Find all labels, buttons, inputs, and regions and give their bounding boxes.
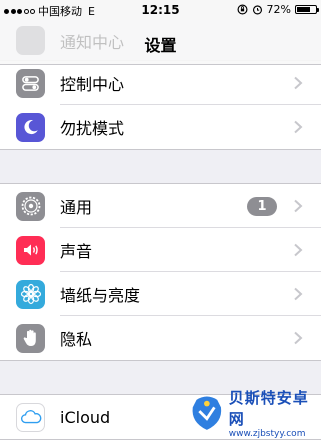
settings-row-label: 勿扰模式: [60, 119, 125, 138]
status-bar: 中国移动 E 12:15 72%: [0, 0, 321, 20]
settings-row-sounds[interactable]: 声音: [0, 228, 321, 272]
watermark-logo-icon: [192, 396, 222, 430]
chevron-right-icon: [294, 120, 303, 134]
speaker-icon: [16, 235, 45, 265]
navigation-bar: 通知中心 设置: [0, 20, 321, 65]
watermark-title: 贝斯特安卓网: [228, 389, 309, 428]
chevron-right-icon: [294, 76, 303, 90]
battery-percent: 72%: [266, 3, 291, 16]
settings-row-general[interactable]: 通用 1: [0, 184, 321, 228]
settings-row-label: 控制中心: [60, 75, 125, 94]
settings-row-privacy[interactable]: 隐私: [0, 316, 321, 360]
battery-icon: [295, 5, 319, 14]
moon-icon: [16, 112, 45, 142]
settings-row-label: 墙纸与亮度: [60, 286, 141, 305]
settings-row-control-center[interactable]: 控制中心: [0, 61, 321, 105]
settings-row-wallpaper-brightness[interactable]: 墙纸与亮度: [0, 272, 321, 316]
chevron-right-icon: [294, 199, 303, 213]
alarm-icon: [252, 5, 262, 15]
status-right: 72%: [237, 3, 319, 16]
settings-row-do-not-disturb[interactable]: 勿扰模式: [0, 105, 321, 149]
settings-row-label: 声音: [60, 242, 93, 261]
chevron-right-icon: [294, 287, 303, 301]
chevron-right-icon: [294, 331, 303, 345]
page-title: 设置: [144, 36, 177, 55]
settings-group-1: 控制中心 勿扰模式: [0, 60, 321, 150]
gear-icon: [16, 191, 45, 221]
chevron-right-icon: [294, 243, 303, 257]
lock-rotation-icon: [237, 4, 248, 15]
control-center-icon: [16, 68, 45, 98]
cloud-icon: [16, 402, 45, 432]
site-watermark: 贝斯特安卓网 www.zjbstyy.com: [189, 389, 319, 439]
flower-icon: [16, 279, 45, 309]
settings-row-label: 隐私: [60, 330, 93, 349]
settings-group-2: 通用 1 声音 墙纸与亮度 隐私: [0, 183, 321, 361]
hand-icon: [16, 323, 45, 353]
update-count-badge: 1: [247, 197, 277, 216]
settings-row-label: 通用: [60, 198, 93, 217]
